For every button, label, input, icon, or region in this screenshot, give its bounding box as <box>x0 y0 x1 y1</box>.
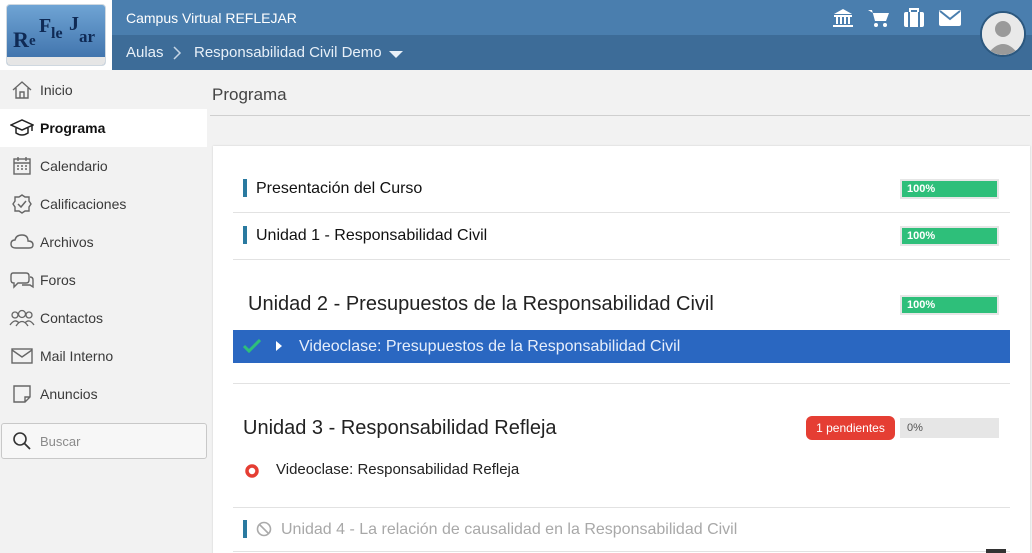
sidebar-item-label: Archivos <box>40 234 94 250</box>
divider <box>233 212 1010 213</box>
row-unidad-1-title[interactable]: Unidad 1 - Responsabilidad Civil <box>256 227 487 245</box>
divider <box>233 383 1010 384</box>
program-content: Presentación del Curso 100% Unidad 1 - R… <box>213 146 1030 553</box>
progress-bar: 100% <box>900 226 999 246</box>
row-accent <box>243 226 247 244</box>
institution-icon[interactable] <box>832 7 854 29</box>
divider <box>233 259 1010 260</box>
home-icon <box>12 81 32 99</box>
progress-label: 100% <box>907 183 936 195</box>
progress-label: 100% <box>907 299 936 311</box>
search-icon <box>13 432 31 450</box>
sidebar-item-label: Mail Interno <box>40 348 114 364</box>
sidebar-item-programa[interactable]: Programa <box>0 109 207 147</box>
logo-container[interactable]: R e F le J ar <box>0 0 112 70</box>
search-input[interactable] <box>40 433 200 449</box>
sidebar-item-label: Calificaciones <box>40 196 127 212</box>
check-icon <box>243 339 261 353</box>
breadcrumb: Aulas Responsabilidad Civil Demo <box>112 35 1032 70</box>
envelope-icon <box>11 348 33 364</box>
sidebar-item-anuncios[interactable]: Anuncios <box>0 375 207 413</box>
graduation-cap-icon <box>10 119 34 136</box>
sidebar-item-label: Foros <box>40 272 76 288</box>
pending-circle-icon <box>245 464 259 478</box>
sidebar-item-archivos[interactable]: Archivos <box>0 223 207 261</box>
scroll-handle[interactable] <box>986 549 1006 553</box>
sidebar-item-mail-interno[interactable]: Mail Interno <box>0 337 207 375</box>
row-accent <box>243 520 247 538</box>
divider <box>233 507 1010 508</box>
divider <box>233 551 1010 552</box>
sidebar-item-label: Contactos <box>40 310 104 326</box>
top-bar: Campus Virtual REFLEJAR <box>112 0 1032 35</box>
search-box[interactable] <box>1 423 207 459</box>
progress-label: 0% <box>907 422 923 434</box>
avatar[interactable] <box>980 11 1026 57</box>
sidebar-item-label: Programa <box>40 120 106 136</box>
progress-bar: 100% <box>900 295 999 315</box>
unit-2-title[interactable]: Unidad 2 - Presupuestos de la Responsabi… <box>248 293 714 316</box>
play-arrow-icon <box>276 341 282 351</box>
app-title: Campus Virtual REFLEJAR <box>126 10 297 26</box>
row-accent <box>243 179 247 197</box>
sidebar-item-contactos[interactable]: Contactos <box>0 299 207 337</box>
cloud-icon <box>10 234 34 249</box>
sidebar-item-label: Inicio <box>40 82 73 98</box>
blocked-icon <box>256 521 272 537</box>
title-divider <box>210 115 1030 116</box>
lesson-item[interactable]: Videoclase: Responsabilidad Refleja <box>276 461 519 478</box>
chevron-down-icon[interactable] <box>388 50 404 60</box>
chevron-right-icon <box>173 46 182 60</box>
briefcase-icon[interactable] <box>903 7 925 29</box>
pending-badge: 1 pendientes <box>806 416 895 440</box>
note-icon <box>13 385 31 403</box>
check-badge-icon <box>12 194 32 214</box>
lesson-title: Videoclase: Presupuestos de la Responsab… <box>299 338 681 355</box>
reflejar-logo[interactable]: R e F le J ar <box>6 4 106 66</box>
breadcrumb-course[interactable]: Responsabilidad Civil Demo <box>194 44 382 61</box>
sidebar-item-label: Anuncios <box>40 386 98 402</box>
lesson-item-active[interactable]: Videoclase: Presupuestos de la Responsab… <box>233 330 1010 363</box>
page-title: Programa <box>212 85 287 104</box>
user-silhouette-icon <box>982 13 1024 55</box>
unit-4-title: Unidad 4 - La relación de causalidad en … <box>281 521 738 538</box>
sidebar-item-foros[interactable]: Foros <box>0 261 207 299</box>
sidebar-item-calendario[interactable]: Calendario <box>0 147 207 185</box>
breadcrumb-aulas[interactable]: Aulas <box>126 44 164 61</box>
sidebar: Inicio Programa Calendario Calificacione… <box>0 70 207 553</box>
chat-icon <box>10 272 34 289</box>
sidebar-item-calificaciones[interactable]: Calificaciones <box>0 185 207 223</box>
row-presentacion-title[interactable]: Presentación del Curso <box>256 180 422 198</box>
progress-label: 100% <box>907 230 936 242</box>
unit-3-title[interactable]: Unidad 3 - Responsabilidad Refleja <box>243 417 557 440</box>
calendar-icon <box>13 157 31 175</box>
cart-icon[interactable] <box>867 7 891 29</box>
progress-bar: 100% <box>900 179 999 199</box>
progress-bar: 0% <box>900 418 999 438</box>
people-icon <box>9 309 35 327</box>
sidebar-item-inicio[interactable]: Inicio <box>0 71 207 109</box>
mail-icon[interactable] <box>938 7 962 29</box>
sidebar-item-label: Calendario <box>40 158 108 174</box>
